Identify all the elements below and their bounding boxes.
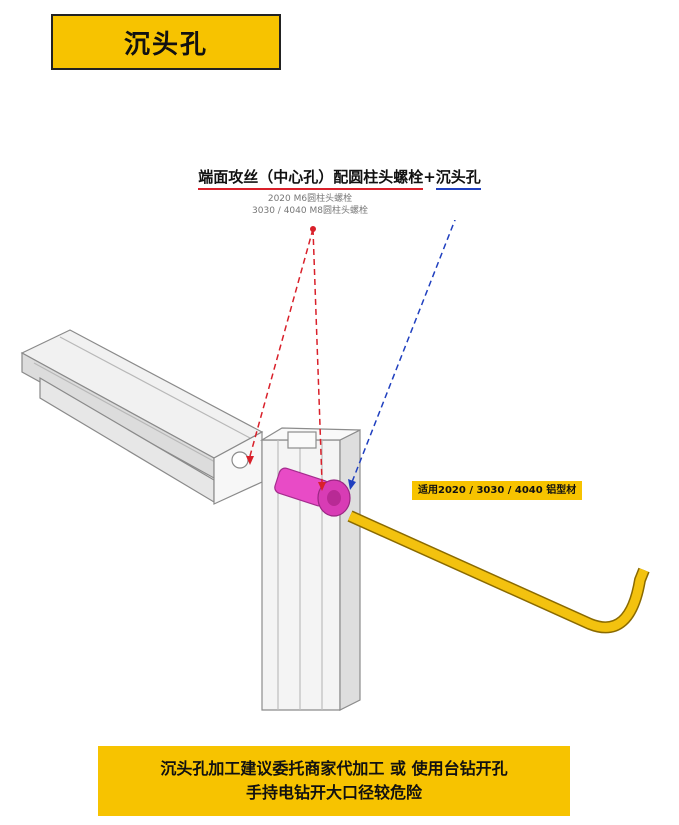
bolt-spec-2020: 2020 M6圆柱头螺栓 <box>267 194 353 204</box>
advice-banner: 沉头孔加工建议委托商家代加工 或 使用台钻开孔 手持电钻开大口径较危险 <box>98 746 570 816</box>
hex-key-icon <box>347 510 650 634</box>
bolt-spec-3030-4040: 3030 / 4040 M8圆柱头螺栓 <box>252 206 368 216</box>
title-banner: 沉头孔 <box>51 14 281 70</box>
horizontal-profile <box>20 329 264 505</box>
plus-sign: + <box>423 168 436 186</box>
advice-line-2: 手持电钻开大口径较危险 <box>245 783 422 802</box>
advice-line-1: 沉头孔加工建议委托商家代加工 或 使用台钻开孔 <box>160 759 508 778</box>
tapping-label: 端面攻丝（中心孔）配圆柱头螺栓 <box>198 168 424 190</box>
profile-diagram <box>20 220 650 711</box>
page-title: 沉头孔 <box>123 29 208 60</box>
blue-leader-line <box>348 220 456 490</box>
diagram-heading: 端面攻丝（中心孔）配圆柱头螺栓+沉头孔 <box>0 166 679 190</box>
vertical-profile <box>259 427 361 711</box>
counterbore-label: 沉头孔 <box>435 168 481 190</box>
bolt-spec-notes: 2020 M6圆柱头螺栓 3030 / 4040 M8圆柱头螺栓 <box>235 193 385 217</box>
applicable-profiles-tag: 适用2020 / 3030 / 4040 铝型材 <box>412 481 583 500</box>
